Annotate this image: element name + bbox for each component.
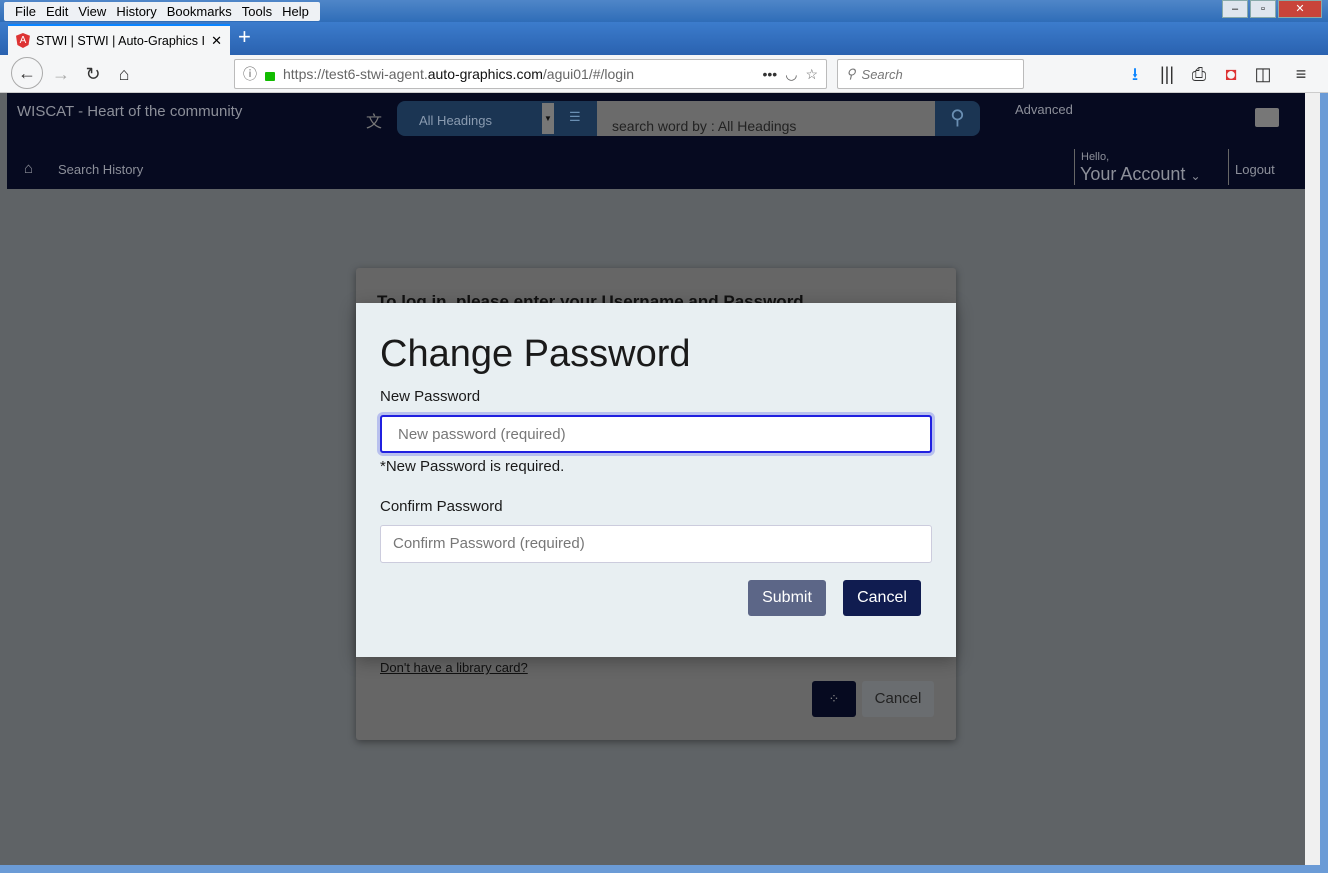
search-input[interactable]: search word by : All Headings	[597, 101, 935, 136]
info-icon[interactable]: ⓘ	[243, 64, 257, 84]
angular-favicon-icon: A	[16, 33, 30, 48]
scrollbar[interactable]	[1305, 93, 1320, 865]
menu-bar: File Edit View History Bookmarks Tools H…	[4, 2, 320, 21]
sidebar-icon[interactable]: ◫	[1248, 59, 1278, 89]
cancel-button[interactable]: Cancel	[843, 580, 921, 616]
login-card-title: To log in, please enter your Username an…	[377, 292, 804, 303]
window-controls: – ▫ ✕	[1222, 0, 1322, 18]
list-view-icon[interactable]	[1255, 108, 1279, 127]
dropdown-arrow-icon[interactable]: ▼	[542, 103, 554, 134]
library-icon[interactable]: |||	[1152, 59, 1182, 89]
hello-label: Hello,	[1081, 151, 1110, 163]
search-placeholder: Search	[861, 66, 903, 82]
account-dropdown[interactable]: Your Account ⌄	[1080, 164, 1201, 185]
search-button[interactable]: ⚲	[935, 101, 980, 136]
language-icon[interactable]: 文	[366, 108, 382, 132]
confirm-password-label: Confirm Password	[380, 498, 503, 515]
print-icon[interactable]: ⎙	[1184, 59, 1214, 89]
chevron-down-icon: ⌄	[1190, 169, 1201, 183]
login-cancel-button[interactable]: Cancel	[862, 681, 934, 717]
library-card-link[interactable]: Don't have a library card?	[380, 660, 528, 676]
search-history-link[interactable]: Search History	[58, 162, 143, 177]
url-prefix: https://test6-stwi-agent.	[283, 66, 428, 82]
advanced-search-link[interactable]: Advanced	[1015, 102, 1073, 117]
download-icon[interactable]: ⭳	[1120, 59, 1150, 89]
pocket-toolbar-icon[interactable]: ◘	[1216, 59, 1246, 89]
modal-title: Change Password	[380, 333, 691, 375]
confirm-password-input[interactable]: Confirm Password (required)	[380, 525, 932, 563]
database-icon[interactable]: ☰	[569, 109, 581, 125]
close-tab-icon[interactable]: ✕	[211, 33, 222, 49]
url-bar[interactable]: ⓘ https://test6-stwi-agent.auto-graphics…	[234, 59, 827, 89]
reload-button[interactable]: ↻	[78, 59, 108, 89]
new-password-input[interactable]: New password (required)	[380, 415, 932, 453]
hamburger-menu-icon[interactable]: ≡	[1286, 59, 1316, 89]
search-bar: All Headings ▼ ☰ search word by : All He…	[397, 101, 980, 136]
more-actions-icon[interactable]: •••	[763, 66, 778, 82]
url-domain: auto-graphics.com	[427, 66, 543, 82]
new-tab-button[interactable]: +	[238, 24, 251, 50]
menu-tools[interactable]: Tools	[237, 2, 277, 21]
loading-spinner-button[interactable]: ⁘	[812, 681, 856, 717]
new-password-label: New Password	[380, 388, 481, 405]
menu-bookmarks[interactable]: Bookmarks	[162, 2, 237, 21]
search-type-select[interactable]: All Headings	[397, 101, 542, 136]
home-button[interactable]: ⌂	[109, 59, 139, 89]
pocket-icon[interactable]: ◡	[785, 66, 797, 83]
url-suffix: /agui01/#/login	[542, 66, 634, 82]
close-window-button[interactable]: ✕	[1278, 0, 1322, 18]
bookmark-star-icon[interactable]: ☆	[805, 66, 818, 83]
logout-link[interactable]: Logout	[1235, 162, 1275, 177]
home-icon[interactable]: ⌂	[24, 160, 33, 177]
change-password-modal: Change Password New Password New passwor…	[356, 303, 956, 657]
nav-toolbar: ← → ↻ ⌂ ⓘ https://test6-stwi-agent.auto-…	[0, 55, 1328, 93]
back-button[interactable]: ←	[11, 57, 43, 89]
submit-button[interactable]: Submit	[748, 580, 826, 616]
maximize-button[interactable]: ▫	[1250, 0, 1276, 18]
new-password-error: *New Password is required.	[380, 458, 565, 475]
browser-search-input[interactable]: ⚲ Search	[837, 59, 1024, 89]
site-title[interactable]: WISCAT - Heart of the community	[17, 103, 242, 120]
menu-view[interactable]: View	[73, 2, 111, 21]
menu-file[interactable]: File	[10, 2, 41, 21]
tab-title: STWI | STWI | Auto-Graphics Inc	[35, 33, 206, 48]
search-icon: ⚲	[846, 66, 856, 81]
menu-help[interactable]: Help	[277, 2, 314, 21]
divider	[1228, 149, 1229, 185]
account-label: Your Account	[1080, 164, 1186, 184]
menu-edit[interactable]: Edit	[41, 2, 73, 21]
divider	[1074, 149, 1075, 185]
minimize-button[interactable]: –	[1222, 0, 1248, 18]
browser-tab[interactable]: A STWI | STWI | Auto-Graphics Inc ✕	[8, 24, 230, 55]
lock-icon	[265, 71, 275, 81]
forward-button[interactable]: →	[46, 59, 76, 89]
menu-history[interactable]: History	[111, 2, 161, 21]
